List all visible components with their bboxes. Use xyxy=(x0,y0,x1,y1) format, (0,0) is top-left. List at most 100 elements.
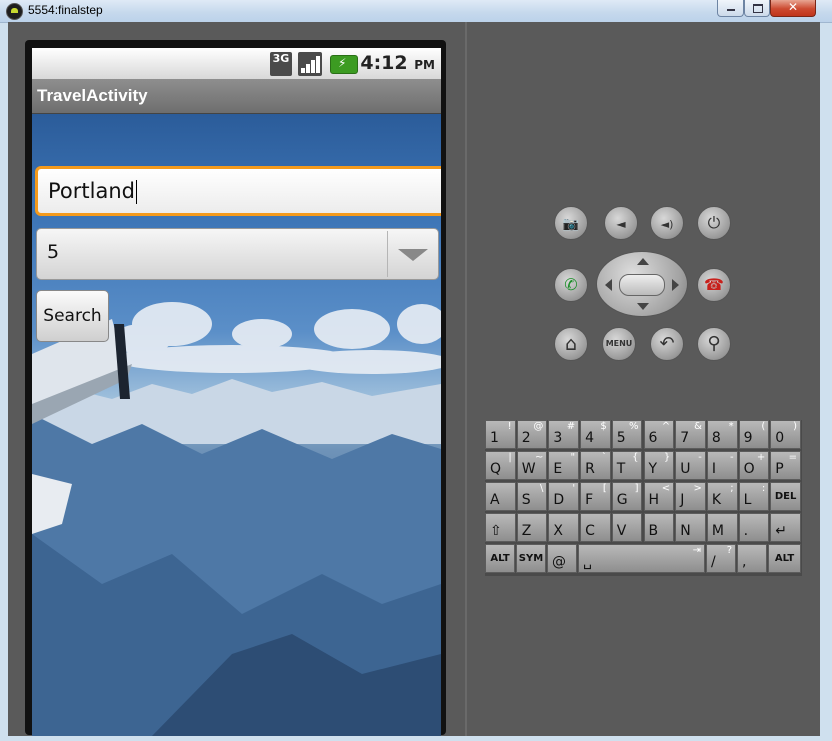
menu-button[interactable]: MENU xyxy=(602,327,636,361)
key-alt-label: ~ xyxy=(534,452,544,463)
key-4-0[interactable]: ALT xyxy=(485,544,515,573)
key-3-3[interactable]: C xyxy=(580,513,611,542)
key-2-1[interactable]: S \ xyxy=(516,482,548,511)
dpad[interactable] xyxy=(596,251,688,317)
maximize-button[interactable] xyxy=(744,0,770,17)
power-button[interactable]: ⏻ xyxy=(697,206,731,240)
key-label: SYM xyxy=(518,553,544,564)
key-3-1[interactable]: Z xyxy=(516,513,548,542)
key-label: Y xyxy=(648,461,658,477)
dpad-right-arrow-icon[interactable] xyxy=(672,279,679,291)
minimize-icon xyxy=(727,9,735,11)
key-3-4[interactable]: V xyxy=(611,513,643,542)
end-call-button[interactable]: ☎ xyxy=(697,268,731,302)
app-title-bar: TravelActivity xyxy=(32,79,441,114)
key-2-2[interactable]: D ' xyxy=(548,482,580,511)
dpad-center-button[interactable] xyxy=(619,274,665,296)
close-icon: ✕ xyxy=(787,0,799,14)
key-3-9[interactable]: ↵ xyxy=(770,513,801,542)
end-call-icon: ☎ xyxy=(704,275,724,294)
key-3-2[interactable]: X xyxy=(548,513,580,542)
key-0-4[interactable]: 5% xyxy=(611,420,643,449)
key-4-2[interactable]: @ xyxy=(547,544,577,573)
back-button[interactable]: ↶ xyxy=(650,327,684,361)
key-3-5[interactable]: B xyxy=(643,513,675,542)
key-2-3[interactable]: F[ xyxy=(580,482,611,511)
key-2-4[interactable]: G] xyxy=(611,482,643,511)
clock-ampm: PM xyxy=(414,58,435,72)
key-4-4[interactable]: /? xyxy=(706,544,736,573)
key-3-6[interactable]: N xyxy=(675,513,706,542)
key-1-1[interactable]: W ~ xyxy=(516,451,548,480)
key-0-2[interactable]: 3 # xyxy=(548,420,580,449)
key-label: , xyxy=(742,554,747,570)
key-2-5[interactable]: H < xyxy=(643,482,675,511)
search-icon: ⚲ xyxy=(707,333,721,354)
key-label: F xyxy=(585,492,594,508)
key-1-5[interactable]: Y} xyxy=(643,451,675,480)
close-button[interactable]: ✕ xyxy=(770,0,816,17)
key-4-5[interactable]: , xyxy=(737,544,767,573)
search-button[interactable]: Search xyxy=(36,290,109,342)
key-3-0[interactable]: ⇧ xyxy=(485,513,516,542)
key-alt-label: < xyxy=(661,483,671,494)
dpad-up-arrow-icon[interactable] xyxy=(637,258,649,265)
key-4-3[interactable]: ␣ ⇥ xyxy=(578,544,705,573)
key-2-8[interactable]: L: xyxy=(738,482,770,511)
key-0-5[interactable]: 6 ^ xyxy=(643,420,675,449)
key-1-6[interactable]: U- xyxy=(675,451,706,480)
key-label: 2 xyxy=(521,430,531,446)
key-2-9[interactable]: DEL xyxy=(770,482,801,511)
key-0-3[interactable]: 4 $ xyxy=(580,420,611,449)
count-spinner-value: 5 xyxy=(47,241,60,263)
key-label: 4 xyxy=(585,430,595,446)
search-hardware-button[interactable]: ⚲ xyxy=(697,327,731,361)
key-label: DEL xyxy=(774,491,797,502)
key-2-6[interactable]: J > xyxy=(675,482,706,511)
key-2-7[interactable]: K; xyxy=(706,482,738,511)
volume-up-button[interactable]: ◄) xyxy=(650,206,684,240)
key-label: / xyxy=(711,554,716,570)
key-1-3[interactable]: R ` xyxy=(580,451,611,480)
key-alt-label: ⇥ xyxy=(692,545,701,556)
key-1-8[interactable]: O + xyxy=(738,451,770,480)
key-1-0[interactable]: Q | xyxy=(485,451,516,480)
dpad-left-arrow-icon[interactable] xyxy=(605,279,612,291)
call-button[interactable]: ✆ xyxy=(554,268,588,302)
key-label: R xyxy=(585,461,595,477)
key-alt-label: ^ xyxy=(661,421,671,432)
key-alt-label: $ xyxy=(600,421,607,432)
key-3-8[interactable]: . xyxy=(738,513,770,542)
key-3-7[interactable]: M xyxy=(706,513,738,542)
home-button[interactable]: ⌂ xyxy=(554,327,588,361)
key-4-1[interactable]: SYM xyxy=(516,544,546,573)
network-3g-icon: 3G xyxy=(270,52,292,76)
key-alt-label: " xyxy=(570,452,576,463)
count-spinner[interactable]: 5 xyxy=(36,228,439,280)
key-4-6[interactable]: ALT xyxy=(768,544,801,573)
key-1-7[interactable]: I- xyxy=(706,451,738,480)
dpad-down-arrow-icon[interactable] xyxy=(637,303,649,310)
key-0-0[interactable]: 1! xyxy=(485,420,516,449)
camera-button[interactable]: 📷 xyxy=(554,206,588,240)
key-label: T xyxy=(616,461,626,477)
key-0-1[interactable]: 2 @ xyxy=(516,420,548,449)
key-0-7[interactable]: 8 * xyxy=(706,420,738,449)
city-input[interactable]: Portland xyxy=(35,166,441,216)
key-2-0[interactable]: A xyxy=(485,482,516,511)
key-1-4[interactable]: T{ xyxy=(611,451,643,480)
key-0-9[interactable]: 0) xyxy=(770,420,801,449)
text-caret xyxy=(135,180,137,204)
device-screen: 3G 4:12 PM TravelActivity xyxy=(32,48,441,736)
minimize-button[interactable] xyxy=(717,0,744,17)
key-label: N xyxy=(680,523,691,539)
key-0-6[interactable]: 7 & xyxy=(675,420,706,449)
key-alt-label: ) xyxy=(793,421,797,432)
volume-down-button[interactable]: ◄ xyxy=(604,206,638,240)
key-label: C xyxy=(585,523,595,539)
clock-time: 4:12 xyxy=(360,52,408,74)
key-label: B xyxy=(648,523,659,539)
key-0-8[interactable]: 9( xyxy=(738,420,770,449)
key-1-9[interactable]: P = xyxy=(770,451,801,480)
key-1-2[interactable]: E " xyxy=(548,451,580,480)
